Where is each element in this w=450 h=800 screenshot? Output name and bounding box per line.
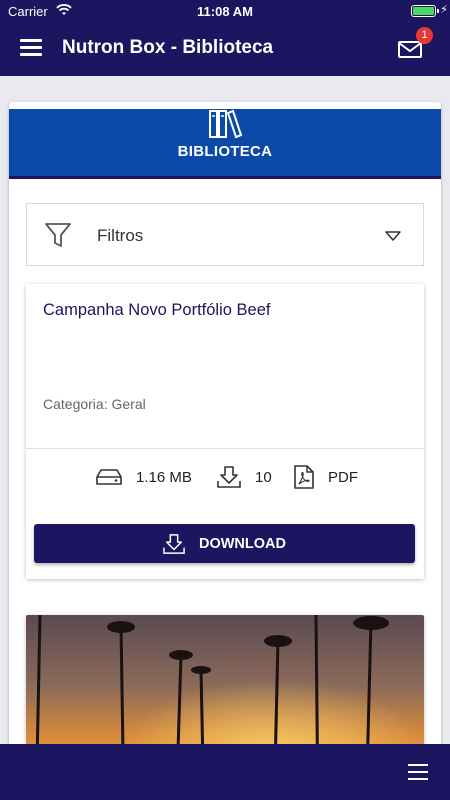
battery-icon <box>411 5 436 17</box>
download-tray-icon <box>217 466 241 488</box>
document-meta: 1.16 MB 10 PDF <box>26 449 424 505</box>
download-count-value: 10 <box>255 468 272 486</box>
page-title: Nutron Box - Biblioteca <box>62 37 274 58</box>
library-header: BIBLIOTECA <box>9 109 441 179</box>
document-category: Categoria: Geral <box>43 396 146 412</box>
filter-icon <box>45 223 71 247</box>
chevron-down-icon <box>385 231 401 241</box>
bottom-menu-button[interactable] <box>408 764 428 782</box>
file-format-value: PDF <box>328 468 358 486</box>
file-format: PDF <box>294 463 358 491</box>
notification-badge: 1 <box>416 27 433 44</box>
hard-drive-icon <box>96 469 122 485</box>
status-bar: Carrier 11:08 AM ⚡ <box>0 0 450 22</box>
books-icon <box>209 109 243 139</box>
filters-dropdown[interactable]: Filtros <box>26 203 424 266</box>
top-nav-bar: Nutron Box - Biblioteca 1 <box>0 22 450 76</box>
hamburger-menu-button[interactable] <box>20 39 42 57</box>
document-title: Campanha Novo Portfólio Beef <box>43 301 271 319</box>
main-content[interactable]: BIBLIOTECA Filtros Campanha Novo Portfól… <box>0 76 450 744</box>
document-card-thumbnail[interactable] <box>26 615 424 744</box>
bottom-bar <box>0 744 450 800</box>
library-panel: BIBLIOTECA Filtros Campanha Novo Portfól… <box>9 102 441 744</box>
download-icon <box>163 533 185 554</box>
filters-label: Filtros <box>97 226 144 245</box>
download-button[interactable]: DOWNLOAD <box>34 524 415 563</box>
sunset-palm-trees-image <box>26 615 424 744</box>
charging-icon: ⚡ <box>440 4 448 16</box>
download-count: 10 <box>217 463 272 491</box>
clock: 11:08 AM <box>197 4 253 19</box>
document-card: Campanha Novo Portfólio Beef Categoria: … <box>26 284 424 579</box>
file-size: 1.16 MB <box>96 463 192 491</box>
pdf-icon <box>294 465 314 489</box>
download-button-label: DOWNLOAD <box>199 535 286 552</box>
file-size-value: 1.16 MB <box>136 468 192 486</box>
library-title: BIBLIOTECA <box>177 143 273 160</box>
